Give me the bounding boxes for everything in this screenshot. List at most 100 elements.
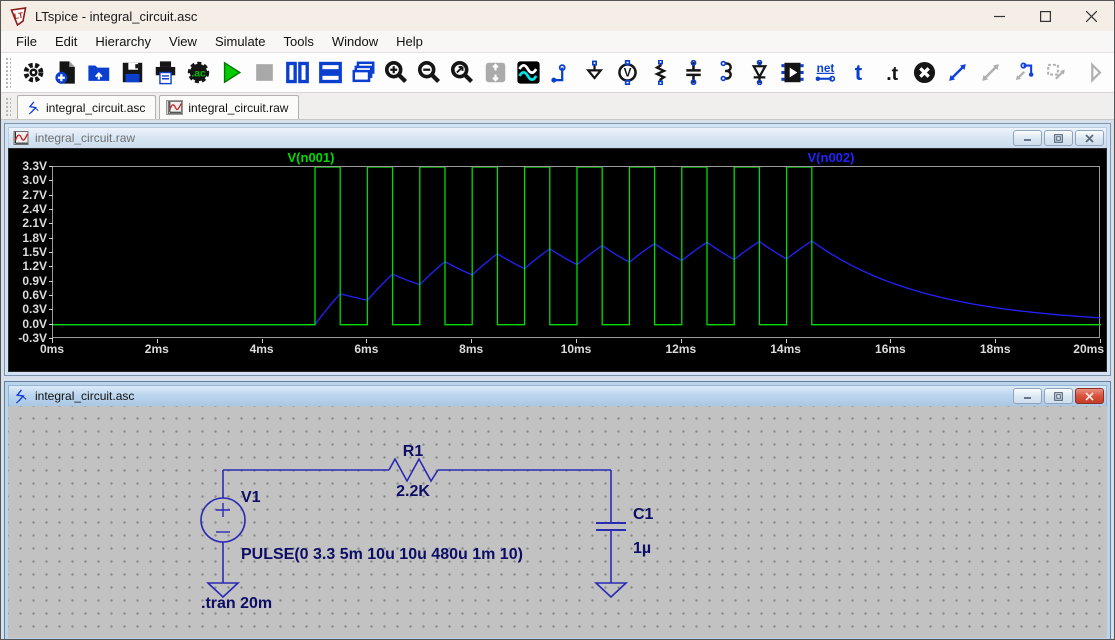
- svg-text:V: V: [624, 66, 632, 80]
- voltage-source-icon[interactable]: V: [611, 57, 644, 89]
- trace-vn001: [53, 167, 1101, 325]
- y-axis-tick: [49, 309, 53, 310]
- ground-symbol[interactable]: [596, 583, 626, 597]
- ac-analysis-icon[interactable]: .ac: [182, 57, 215, 89]
- close-button[interactable]: [1075, 130, 1104, 146]
- new-schematic-icon[interactable]: [50, 57, 83, 89]
- control-panel-icon[interactable]: [17, 57, 50, 89]
- save-icon[interactable]: [116, 57, 149, 89]
- close-button[interactable]: [1075, 388, 1104, 404]
- waveform-plot[interactable]: [52, 166, 1100, 338]
- x-axis-label: 20ms: [1060, 342, 1104, 356]
- waveform-pane[interactable]: V(n001) V(n002) 3.3V3.0V2.7V2.4V2.1V1.8V…: [8, 148, 1107, 372]
- zoom-extents-icon[interactable]: [446, 57, 479, 89]
- x-axis-label: 18ms: [973, 342, 1017, 356]
- minimize-button[interactable]: [976, 1, 1022, 31]
- wire-icon[interactable]: [545, 57, 578, 89]
- menu-file[interactable]: File: [7, 32, 46, 51]
- x-axis-label: 6ms: [344, 342, 388, 356]
- menu-simulate[interactable]: Simulate: [206, 32, 275, 51]
- text-icon[interactable]: t: [842, 57, 875, 89]
- waveform-titlebar[interactable]: integral_circuit.raw: [8, 127, 1107, 148]
- maximize-button[interactable]: [1022, 1, 1068, 31]
- y-axis-tick: [49, 223, 53, 224]
- run-icon[interactable]: [215, 57, 248, 89]
- spice-directive-text[interactable]: .tran 20m: [201, 595, 272, 612]
- diode-icon[interactable]: [743, 57, 776, 89]
- spice-directive-icon[interactable]: .t: [875, 57, 908, 89]
- schematic-titlebar[interactable]: integral_circuit.asc: [8, 385, 1107, 406]
- component-icon[interactable]: [776, 57, 809, 89]
- component-value[interactable]: PULSE(0 3.3 5m 10u 10u 480u 1m 10): [241, 546, 523, 563]
- duplicate-icon[interactable]: [1040, 57, 1073, 89]
- tab-bar: integral_circuit.asc integral_circuit.ra…: [1, 93, 1114, 120]
- tab-label: integral_circuit.asc: [46, 101, 145, 115]
- restore-button[interactable]: [1044, 130, 1073, 146]
- edge-arrow-icon[interactable]: [1073, 57, 1106, 89]
- stretch-net-icon[interactable]: [1007, 57, 1040, 89]
- y-axis-label: 1.8V: [9, 231, 47, 245]
- plus-sign: [216, 503, 230, 517]
- menu-edit[interactable]: Edit: [46, 32, 86, 51]
- component-ref[interactable]: C1: [633, 506, 654, 523]
- schematic-window-title: integral_circuit.asc: [35, 389, 134, 403]
- ltspice-window: LT LTspice - integral_circuit.asc FileEd…: [0, 0, 1115, 640]
- main-titlebar[interactable]: LT LTspice - integral_circuit.asc: [1, 1, 1114, 31]
- cascade-icon[interactable]: [347, 57, 380, 89]
- mdi-area: integral_circuit.raw V(n001) V(n002): [1, 120, 1114, 640]
- schematic-window: integral_circuit.asc: [4, 381, 1111, 640]
- ltspice-logo-icon: LT: [9, 7, 28, 26]
- minimize-button[interactable]: [1013, 130, 1042, 146]
- tabbar-grip[interactable]: [5, 97, 11, 117]
- menu-window[interactable]: Window: [323, 32, 387, 51]
- inductor-icon[interactable]: [710, 57, 743, 89]
- y-axis-tick: [49, 238, 53, 239]
- net-label-icon[interactable]: net: [809, 57, 842, 89]
- resistor-symbol[interactable]: [389, 459, 438, 481]
- minimize-button[interactable]: [1013, 388, 1042, 404]
- resistor-icon[interactable]: [644, 57, 677, 89]
- zoom-in-icon[interactable]: [380, 57, 413, 89]
- y-axis-label: 2.4V: [9, 202, 47, 216]
- svg-text:.ac: .ac: [191, 69, 206, 80]
- open-icon[interactable]: [83, 57, 116, 89]
- y-axis-label: 3.0V: [9, 173, 47, 187]
- tab-integral-circuit-asc[interactable]: integral_circuit.asc: [17, 95, 156, 119]
- capacitor-symbol[interactable]: [596, 523, 626, 530]
- trace-label-vn001[interactable]: V(n001): [275, 150, 347, 165]
- x-axis-tick: [52, 339, 53, 343]
- tile-vertical-icon[interactable]: [281, 57, 314, 89]
- waveform-tab-icon: [166, 100, 183, 115]
- capacitor-icon[interactable]: [677, 57, 710, 89]
- autorange-icon[interactable]: [512, 57, 545, 89]
- drag-icon[interactable]: [974, 57, 1007, 89]
- menu-view[interactable]: View: [160, 32, 206, 51]
- toolbar-grip[interactable]: [5, 57, 11, 89]
- tab-integral-circuit-raw[interactable]: integral_circuit.raw: [159, 95, 299, 119]
- halt-icon[interactable]: [248, 57, 281, 89]
- move-icon[interactable]: [941, 57, 974, 89]
- component-value[interactable]: 2.2K: [396, 483, 430, 500]
- delete-icon[interactable]: [908, 57, 941, 89]
- pan-icon[interactable]: [479, 57, 512, 89]
- svg-text:t: t: [855, 60, 863, 85]
- schematic-canvas[interactable]: V1 PULSE(0 3.3 5m 10u 10u 480u 1m 10) R1…: [8, 406, 1107, 638]
- trace-label-vn002[interactable]: V(n002): [795, 150, 867, 165]
- y-axis-tick: [49, 324, 53, 325]
- component-value[interactable]: 1µ: [633, 540, 651, 557]
- ground-icon[interactable]: [578, 57, 611, 89]
- y-axis-tick: [49, 209, 53, 210]
- close-button[interactable]: [1068, 1, 1114, 31]
- restore-button[interactable]: [1044, 388, 1073, 404]
- print-icon[interactable]: [149, 57, 182, 89]
- menu-tools[interactable]: Tools: [275, 32, 323, 51]
- y-axis-label: 2.1V: [9, 216, 47, 230]
- component-ref[interactable]: R1: [403, 443, 424, 460]
- component-ref[interactable]: V1: [241, 489, 261, 506]
- y-axis-label: 0.9V: [9, 274, 47, 288]
- tile-horizontal-icon[interactable]: [314, 57, 347, 89]
- zoom-out-icon[interactable]: [413, 57, 446, 89]
- y-axis-tick: [49, 252, 53, 253]
- menu-hierarchy[interactable]: Hierarchy: [86, 32, 160, 51]
- menu-help[interactable]: Help: [387, 32, 432, 51]
